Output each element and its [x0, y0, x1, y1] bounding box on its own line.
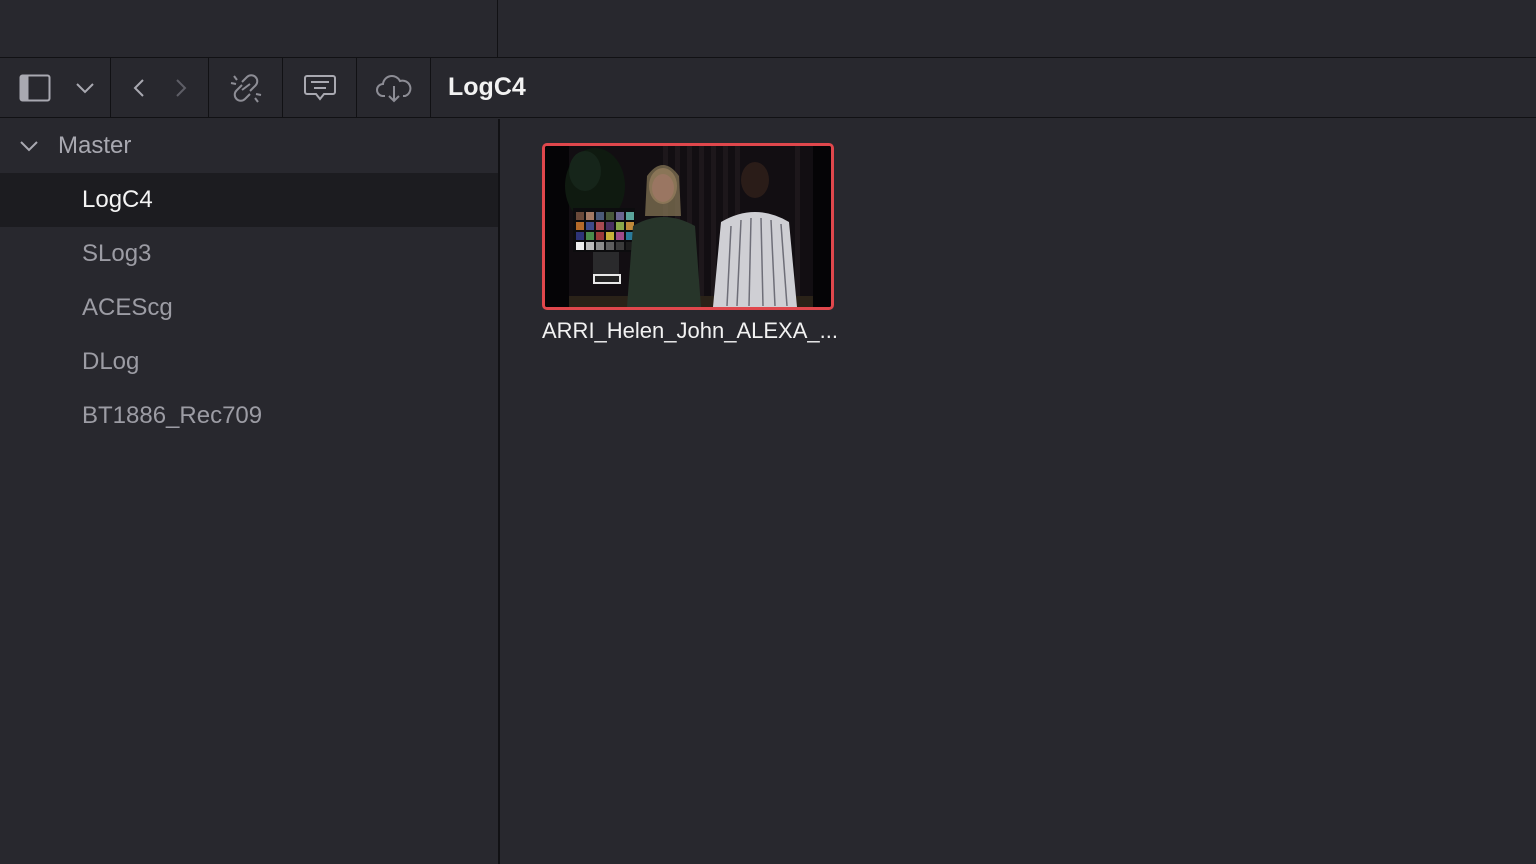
bin-list-sidebar: Master LogC4 SLog3 ACEScg DLog BT1886_Re…: [0, 119, 500, 864]
back-button[interactable]: [129, 58, 149, 117]
bin-item-logc4[interactable]: LogC4: [0, 173, 498, 227]
caption-icon: [303, 73, 337, 103]
forward-button[interactable]: [171, 58, 191, 117]
clip-tile[interactable]: ARRI_Helen_John_ALEXA_...: [542, 143, 838, 344]
unlink-group: [209, 58, 283, 117]
bin-item-bt1886-rec709[interactable]: BT1886_Rec709: [0, 389, 498, 443]
media-pool-grid: ARRI_Helen_John_ALEXA_...: [502, 119, 1536, 864]
bin-item-acescg[interactable]: ACEScg: [0, 281, 498, 335]
bin-item-label: ACEScg: [82, 294, 173, 321]
cloud-download-icon: [375, 72, 413, 104]
clip-thumbnail: [542, 143, 834, 310]
bin-item-dlog[interactable]: DLog: [0, 335, 498, 389]
tree-root-label: Master: [58, 132, 132, 159]
forward-arrow-icon: [175, 78, 187, 98]
sidebar-toggle-icon: [19, 74, 51, 102]
caption-button[interactable]: [283, 58, 356, 117]
view-toggle-group: [0, 58, 111, 117]
caption-group: [283, 58, 357, 117]
view-options-dropdown[interactable]: [70, 58, 100, 117]
clip-name: ARRI_Helen_John_ALEXA_...: [542, 318, 838, 343]
cloud-group: [357, 58, 431, 117]
tree-root-master[interactable]: Master: [0, 119, 498, 173]
sidebar-toggle-button[interactable]: [0, 58, 70, 117]
unlink-icon: [228, 72, 264, 104]
bin-item-label: DLog: [82, 348, 140, 375]
cloud-download-button[interactable]: [357, 58, 430, 117]
bin-item-label: LogC4: [82, 186, 153, 213]
bin-item-label: SLog3: [82, 240, 152, 267]
breadcrumb: LogC4: [448, 73, 526, 101]
thumbnail-image: [545, 146, 831, 307]
bin-item-slog3[interactable]: SLog3: [0, 227, 498, 281]
chevron-down-icon: [75, 82, 95, 94]
chevron-down-icon[interactable]: [0, 140, 58, 152]
media-pool-toolbar: LogC4: [0, 58, 1536, 118]
bin-item-label: BT1886_Rec709: [82, 402, 263, 429]
unlink-button[interactable]: [209, 58, 282, 117]
navigation-group: [111, 58, 209, 117]
top-panel-bar: [0, 0, 1536, 58]
top-panel-divider: [497, 0, 498, 58]
back-arrow-icon: [133, 78, 145, 98]
